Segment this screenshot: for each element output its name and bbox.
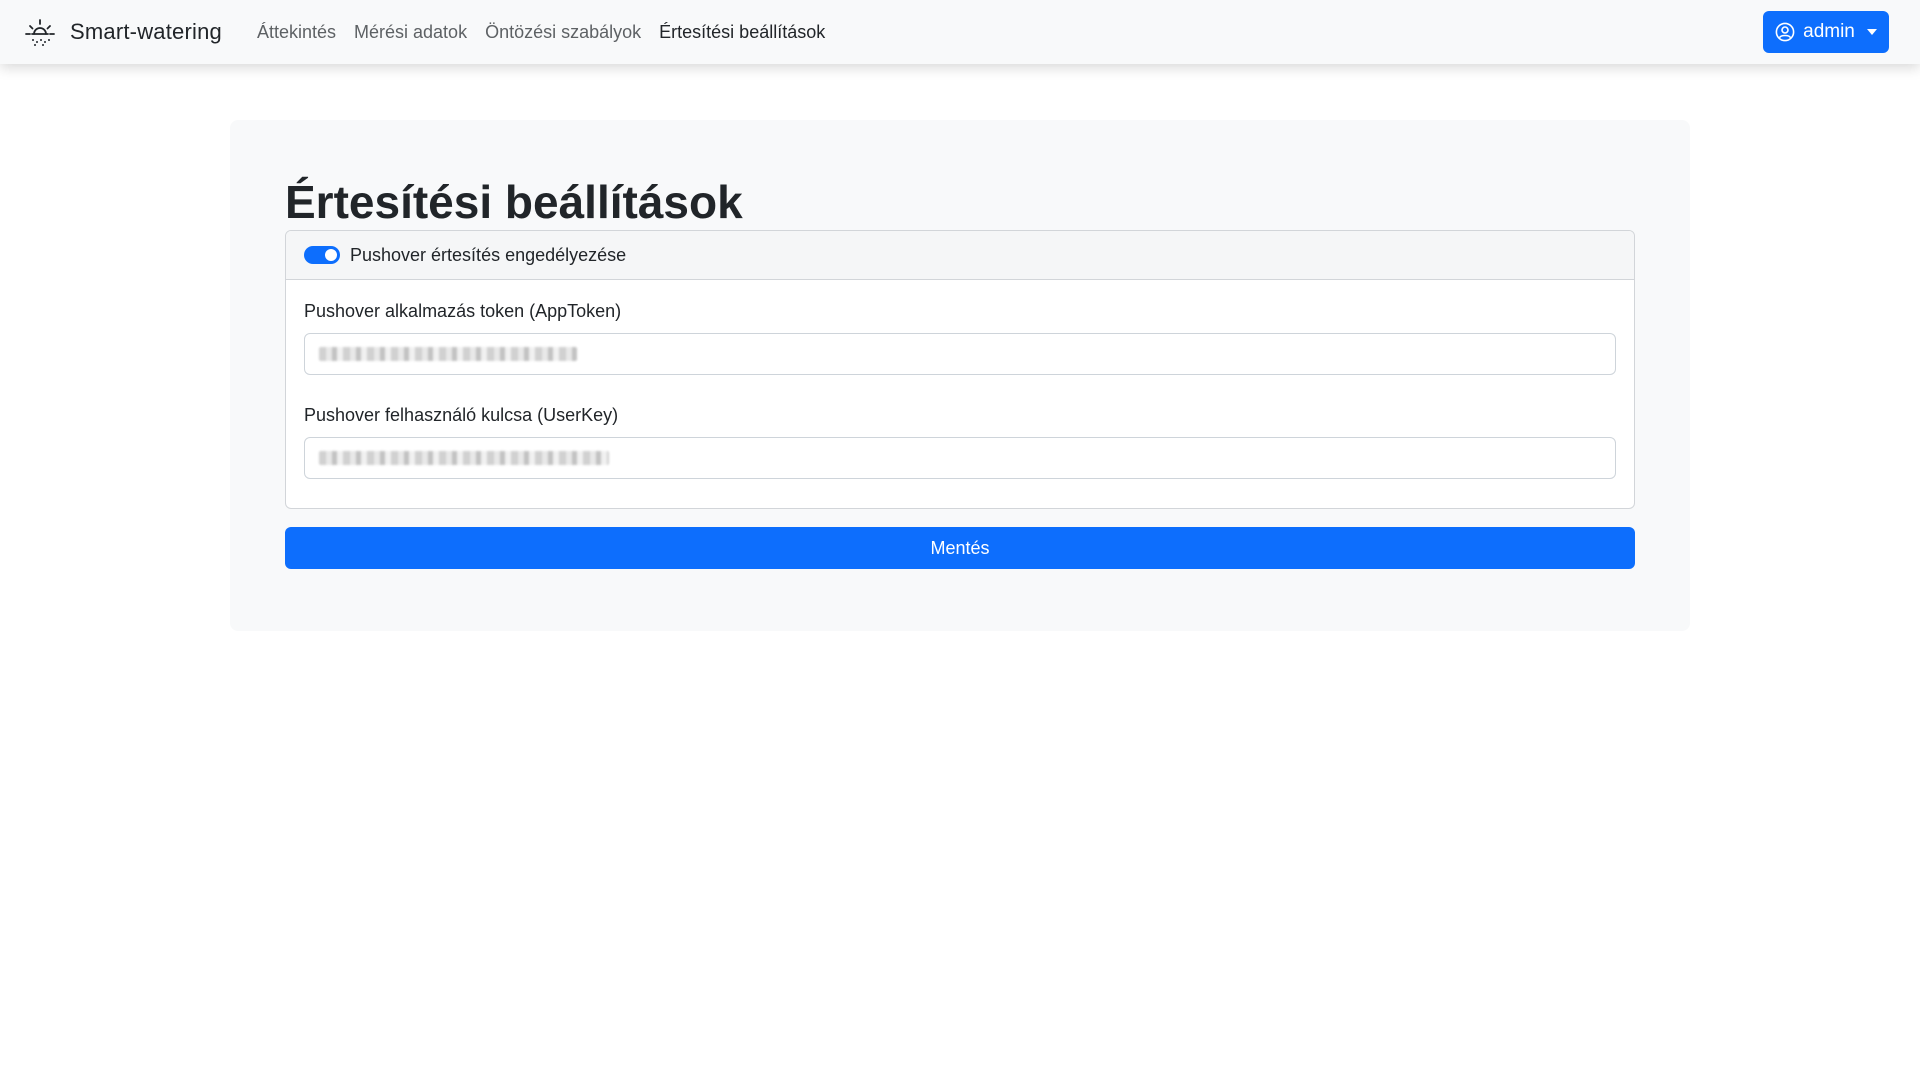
toggle-knob bbox=[325, 249, 337, 261]
pushover-card-header: Pushover értesítés engedélyezése bbox=[286, 231, 1634, 280]
user-key-group: Pushover felhasználó kulcsa (UserKey) bbox=[304, 404, 1616, 479]
nav-item-measurements[interactable]: Mérési adatok bbox=[345, 14, 476, 51]
pushover-settings-card: Pushover értesítés engedélyezése Pushove… bbox=[285, 230, 1635, 509]
nav-item-watering-rules[interactable]: Öntözési szabályok bbox=[476, 14, 650, 51]
pushover-card-body: Pushover alkalmazás token (AppToken) Pus… bbox=[286, 280, 1634, 479]
app-token-group: Pushover alkalmazás token (AppToken) bbox=[304, 300, 1616, 375]
user-circle-icon bbox=[1775, 22, 1795, 42]
settings-panel: Értesítési beállítások Pushover értesíté… bbox=[230, 120, 1690, 631]
pushover-enable-toggle[interactable] bbox=[304, 246, 340, 264]
nav-item-notification-settings[interactable]: Értesítési beállítások bbox=[650, 14, 834, 51]
brand-name: Smart-watering bbox=[70, 19, 222, 44]
pushover-enable-label[interactable]: Pushover értesítés engedélyezése bbox=[350, 245, 626, 266]
nav-item-overview[interactable]: Áttekintés bbox=[248, 14, 345, 51]
main-nav: Áttekintés Mérési adatok Öntözési szabál… bbox=[248, 14, 834, 51]
redacted-value bbox=[319, 451, 609, 465]
user-key-label: Pushover felhasználó kulcsa (UserKey) bbox=[304, 405, 619, 425]
page-title: Értesítési beállítások bbox=[285, 176, 743, 228]
redacted-value bbox=[319, 347, 577, 361]
sun-drops-icon bbox=[25, 19, 55, 46]
top-navbar: Smart-watering Áttekintés Mérési adatok … bbox=[0, 0, 1920, 64]
brand-link[interactable]: Smart-watering bbox=[24, 16, 222, 48]
user-menu-button[interactable]: admin bbox=[1763, 11, 1889, 53]
user-menu-label: admin bbox=[1803, 21, 1855, 42]
save-button[interactable]: Mentés bbox=[285, 527, 1635, 569]
user-key-input[interactable] bbox=[304, 437, 1616, 479]
app-token-input[interactable] bbox=[304, 333, 1616, 375]
app-token-label: Pushover alkalmazás token (AppToken) bbox=[304, 301, 622, 321]
chevron-down-icon bbox=[1866, 29, 1877, 35]
